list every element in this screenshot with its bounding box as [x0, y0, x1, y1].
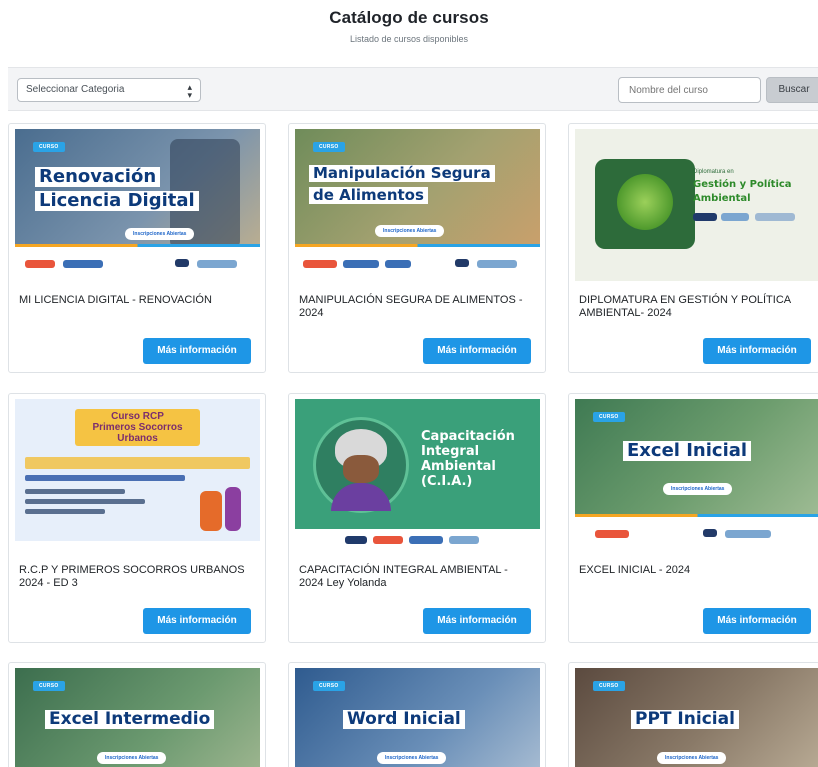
- course-thumbnail[interactable]: CURSO Excel Inicial Inscripciones Abiert…: [575, 399, 818, 551]
- course-title: MANIPULACIÓN SEGURA DE ALIMENTOS - 2024: [299, 294, 523, 319]
- course-title: CAPACITACIÓN INTEGRAL AMBIENTAL - 2024 L…: [299, 564, 508, 589]
- category-select[interactable]: Seleccionar Categoria ▴ ▾: [17, 78, 201, 102]
- course-search-input[interactable]: [618, 77, 761, 103]
- page-subtitle: Listado de cursos disponibles: [349, 34, 469, 44]
- more-info-button[interactable]: Más información: [143, 338, 251, 364]
- course-card-excel-intermedio: CURSO Excel Intermedio Inscripciones Abi…: [8, 662, 266, 767]
- course-card-diplomatura: Diplomatura en Gestión y Política Ambien…: [568, 123, 818, 373]
- enrollment-open-pill: Inscripciones Abiertas: [663, 483, 733, 495]
- page-header: Catálogo de cursos Listado de cursos dis…: [0, 0, 818, 60]
- course-card-alimentos: CURSO Manipulación Segura de Alimentos I…: [288, 123, 546, 373]
- thumbnail-title-line2: Primeros Socorros: [92, 422, 183, 433]
- course-thumbnail[interactable]: CURSO PPT Inicial Inscripciones Abiertas: [575, 668, 818, 767]
- thumbnail-title-line1: Gestión y Política: [693, 179, 792, 190]
- page-title: Catálogo de cursos: [329, 8, 489, 27]
- sponsor-logos: [15, 247, 260, 281]
- course-title: EXCEL INICIAL - 2024: [579, 564, 691, 576]
- course-card-cia: Capacitación Integral Ambiental (C.I.A.)…: [288, 393, 546, 643]
- course-badge: CURSO: [33, 681, 65, 691]
- course-badge: CURSO: [313, 681, 345, 691]
- filter-bar: Seleccionar Categoria ▴▾ Buscar: [8, 67, 818, 111]
- thumbnail-title-line1: PPT Inicial: [631, 710, 739, 729]
- course-badge: CURSO: [593, 681, 625, 691]
- course-thumbnail[interactable]: CURSO Excel Intermedio Inscripciones Abi…: [15, 668, 260, 767]
- category-select-value: Seleccionar Categoria: [26, 84, 125, 95]
- course-badge: CURSO: [593, 412, 625, 422]
- thumbnail-kicker: Diplomatura en: [693, 169, 734, 175]
- more-info-button[interactable]: Más información: [423, 338, 531, 364]
- thumbnail-title-line1: Curso RCP: [111, 411, 164, 422]
- thumbnail-title-line1: Excel Intermedio: [45, 710, 215, 729]
- course-thumbnail[interactable]: CURSO Manipulación Segura de Alimentos I…: [295, 129, 540, 281]
- course-card-licencia: CURSO Renovación Licencia Digital Inscri…: [8, 123, 266, 373]
- course-card-rcp: Curso RCP Primeros Socorros Urbanos R.C.…: [8, 393, 266, 643]
- thumbnail-title-line3: Urbanos: [117, 433, 158, 444]
- search-button[interactable]: Buscar: [766, 77, 818, 103]
- more-info-button[interactable]: Más información: [703, 338, 811, 364]
- select-arrows-icon: ▴ ▾: [187, 82, 192, 100]
- thumbnail-title-line3: Ambiental: [421, 459, 496, 474]
- sponsor-logos: [575, 517, 818, 551]
- course-title: DIPLOMATURA EN GESTIÓN Y POLÍTICA AMBIEN…: [579, 294, 791, 319]
- thumbnail-title-line4: (C.I.A.): [421, 474, 473, 489]
- thumbnail-title-line2: de Alimentos: [309, 187, 428, 204]
- course-card-word-inicial: CURSO Word Inicial Inscripciones Abierta…: [288, 662, 546, 767]
- thumbnail-title-line1: Capacitación: [421, 429, 515, 444]
- sponsor-logos: [295, 529, 540, 551]
- thumbnail-title-line1: Excel Inicial: [623, 441, 752, 461]
- thumbnail-title-line1: Renovación: [35, 167, 161, 187]
- enrollment-open-pill: Inscripciones Abiertas: [377, 752, 447, 764]
- enrollment-open-pill: Inscripciones Abiertas: [375, 225, 445, 237]
- thumbnail-title-line1: Word Inicial: [343, 710, 465, 729]
- enrollment-open-pill: Inscripciones Abiertas: [657, 752, 727, 764]
- course-thumbnail[interactable]: Diplomatura en Gestión y Política Ambien…: [575, 129, 818, 281]
- course-title: MI LICENCIA DIGITAL - RENOVACIÓN: [19, 294, 212, 306]
- course-thumbnail[interactable]: CURSO Word Inicial Inscripciones Abierta…: [295, 668, 540, 767]
- more-info-button[interactable]: Más información: [423, 608, 531, 634]
- sponsor-logos: [295, 247, 540, 281]
- thumbnail-title-line2: Integral: [421, 444, 480, 459]
- course-badge: CURSO: [33, 142, 65, 152]
- enrollment-open-pill: Inscripciones Abiertas: [125, 228, 195, 240]
- course-title: R.C.P Y PRIMEROS SOCORROS URBANOS 2024 -…: [19, 564, 245, 589]
- thumbnail-title-line2: Licencia Digital: [35, 191, 199, 211]
- thumbnail-title-line2: Ambiental: [693, 193, 751, 204]
- enrollment-open-pill: Inscripciones Abiertas: [97, 752, 167, 764]
- more-info-button[interactable]: Más información: [143, 608, 251, 634]
- course-thumbnail[interactable]: Capacitación Integral Ambiental (C.I.A.): [295, 399, 540, 551]
- course-badge: CURSO: [313, 142, 345, 152]
- course-thumbnail[interactable]: CURSO Renovación Licencia Digital Inscri…: [15, 129, 260, 281]
- course-thumbnail[interactable]: Curso RCP Primeros Socorros Urbanos: [15, 399, 260, 551]
- course-card-ppt-inicial: CURSO PPT Inicial Inscripciones Abiertas: [568, 662, 818, 767]
- more-info-button[interactable]: Más información: [703, 608, 811, 634]
- course-card-excel-inicial: CURSO Excel Inicial Inscripciones Abiert…: [568, 393, 818, 643]
- thumbnail-title-line1: Manipulación Segura: [309, 165, 495, 182]
